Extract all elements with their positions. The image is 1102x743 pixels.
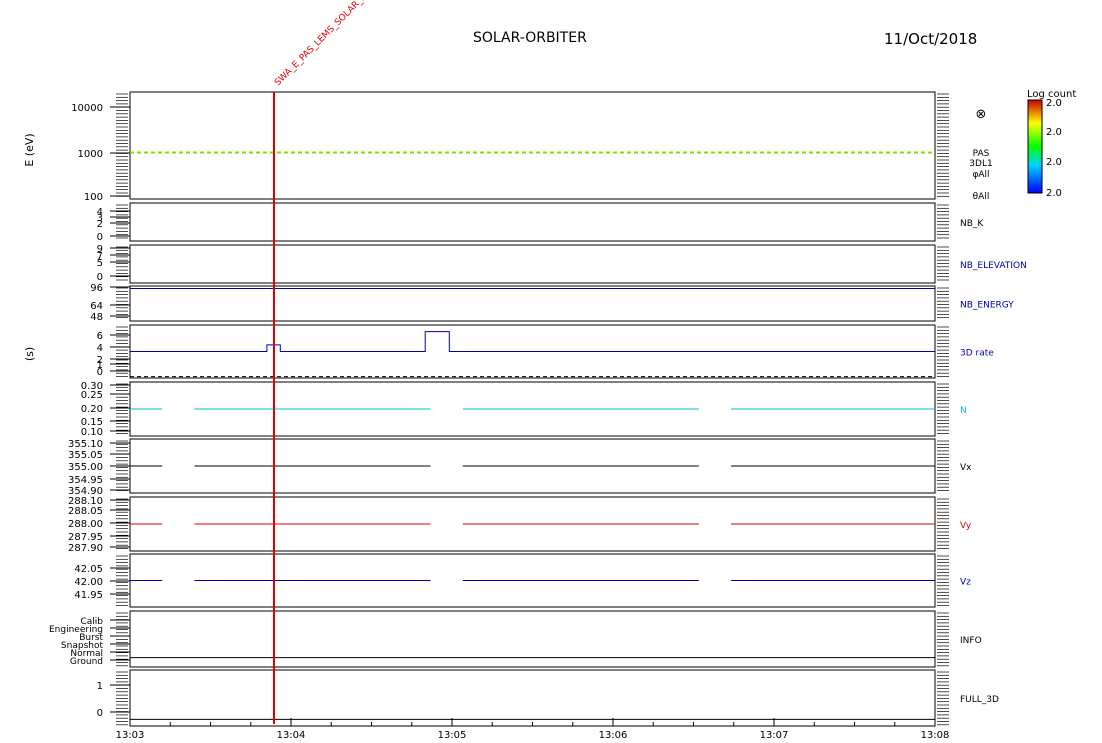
- spectrogram-title-line: θAll: [973, 192, 990, 202]
- y-tick-label: 100: [84, 192, 103, 203]
- panel-label-3d_rate: 3D rate: [960, 349, 994, 359]
- panel-frame-nb_k: [129, 202, 936, 242]
- colorbar-scale: [1027, 99, 1043, 194]
- y-tick-label: 354.95: [68, 475, 103, 486]
- y-tick-label: 6: [97, 331, 103, 342]
- panel-label-vz: Vz: [960, 578, 971, 588]
- time-series-plot: 100001000100PAS3DL1φAllθAll⊗4320NB_K9750…: [23, 0, 1076, 741]
- y-tick-label: 48: [90, 312, 103, 323]
- panel-frame-info: [129, 610, 936, 668]
- series-step-line: [130, 331, 935, 352]
- y-tick-label: 41.95: [74, 590, 103, 601]
- panel-frame-spectrogram: [129, 91, 936, 200]
- panel-label-n: N: [960, 406, 967, 416]
- y-tick-label: 96: [90, 283, 103, 294]
- y-tick-label: 355.05: [68, 450, 103, 461]
- y-tick-label: 4: [97, 343, 103, 354]
- y-tick-label: 0: [97, 272, 103, 283]
- panel-vx: 355.10355.05355.00354.95354.90Vx: [68, 438, 972, 497]
- y-tick-label: 0.25: [81, 390, 103, 401]
- panel-nb_elevation: 9750NB_ELEVATION: [97, 244, 1027, 284]
- y-tick-label: 0: [97, 232, 103, 243]
- x-tick-label: 13:08: [921, 730, 950, 741]
- y-tick-label: 287.90: [68, 543, 103, 554]
- y-tick-label: 0.20: [81, 404, 103, 415]
- seconds-axis-label: (s): [23, 347, 36, 361]
- panel-info: CalibEngineeringBurstSnapshotNormalGroun…: [49, 610, 982, 668]
- y-tick-label: 64: [90, 301, 103, 312]
- y-tick-label: 0.10: [81, 427, 103, 438]
- panel-frame-nb_elevation: [129, 244, 936, 284]
- y-tick-label: 1000: [78, 149, 103, 160]
- event-marker: SWA_E_PAS_LEMS_SOLAR_SOI: [273, 0, 376, 724]
- panel-vz: 42.05 42.00 41.95 Vz: [74, 553, 971, 608]
- y-tick-label: 355.00: [68, 462, 103, 473]
- panel-label-nb_elevation: NB_ELEVATION: [960, 261, 1027, 271]
- y-tick-label: 42.05: [74, 564, 103, 575]
- y-tick-label: 355.10: [68, 439, 103, 450]
- y-tick-label: 288.05: [68, 506, 103, 517]
- panel-n: 0.300.250.200.150.10N: [81, 381, 967, 438]
- panel-label-vx: Vx: [960, 463, 972, 473]
- panel-full_3d: 1 0 FULL_3D: [97, 669, 999, 727]
- panel-frame-full_3d: [129, 669, 936, 727]
- panel-3d_rate: 642103D rate: [97, 324, 994, 379]
- panel-label-nb_energy: NB_ENERGY: [960, 301, 1014, 311]
- y-tick-label: 0: [97, 367, 103, 378]
- panel-nb_energy: 96 6448 NB_ENERGY: [90, 283, 1014, 323]
- y-tick-label: 10000: [71, 103, 103, 114]
- x-tick-label: 13:03: [116, 730, 145, 741]
- panel-spectrogram: 10000 1000 100 PAS3DL1φAll θAll ⊗: [71, 91, 993, 203]
- y-tick-label: 42.00: [74, 577, 103, 588]
- y-tick-label: 288.00: [68, 519, 103, 530]
- x-tick-label: 13:07: [760, 730, 789, 741]
- colorbar-tick-label: 2.0: [1046, 157, 1062, 168]
- panel-vy: 288.10288.05288.00287.95287.90Vy: [68, 496, 972, 554]
- y-tick-label: 287.95: [68, 532, 103, 543]
- panel-label-info: INFO: [960, 636, 982, 646]
- y-tick-label: 0: [97, 708, 103, 719]
- spectrogram-title-line: φAll: [972, 170, 989, 180]
- time-axis: 13:03 13:04 13:05 13:06 13:07 13:08: [116, 718, 950, 741]
- y-tick-label: 2: [97, 219, 103, 230]
- panel-stack: 100001000100PAS3DL1φAllθAll⊗4320NB_K9750…: [49, 91, 1027, 727]
- y-tick-label: Ground: [70, 657, 103, 667]
- spectrogram-title-line: PAS: [973, 149, 990, 159]
- marker-label: SWA_E_PAS_LEMS_SOLAR_SOI: [273, 0, 376, 88]
- energy-axis-label: E (eV): [23, 133, 36, 166]
- x-tick-label: 13:04: [277, 730, 306, 741]
- panel-label-vy: Vy: [960, 521, 972, 531]
- panel-label-nb_k: NB_K: [960, 219, 984, 229]
- y-tick-label: 5: [97, 258, 103, 269]
- colorbar-tick-label: 2.0: [1046, 188, 1062, 199]
- flag-icon: ⊗: [976, 107, 987, 122]
- colorbar: Log count 2.02.02.02.0: [1027, 89, 1076, 199]
- y-tick-label: 1: [97, 681, 103, 692]
- spectrogram-title-line: 3DL1: [969, 159, 992, 169]
- side-labels: E (eV) (s): [23, 133, 36, 361]
- panel-nb_k: 4320NB_K: [97, 202, 984, 243]
- colorbar-tick-label: 2.0: [1046, 127, 1062, 138]
- colorbar-tick-label: 2.0: [1046, 98, 1062, 109]
- panel-frame-nb_energy: [129, 285, 936, 322]
- panel-label-full_3d: FULL_3D: [960, 695, 999, 705]
- x-tick-label: 13:05: [438, 730, 467, 741]
- x-tick-label: 13:06: [599, 730, 628, 741]
